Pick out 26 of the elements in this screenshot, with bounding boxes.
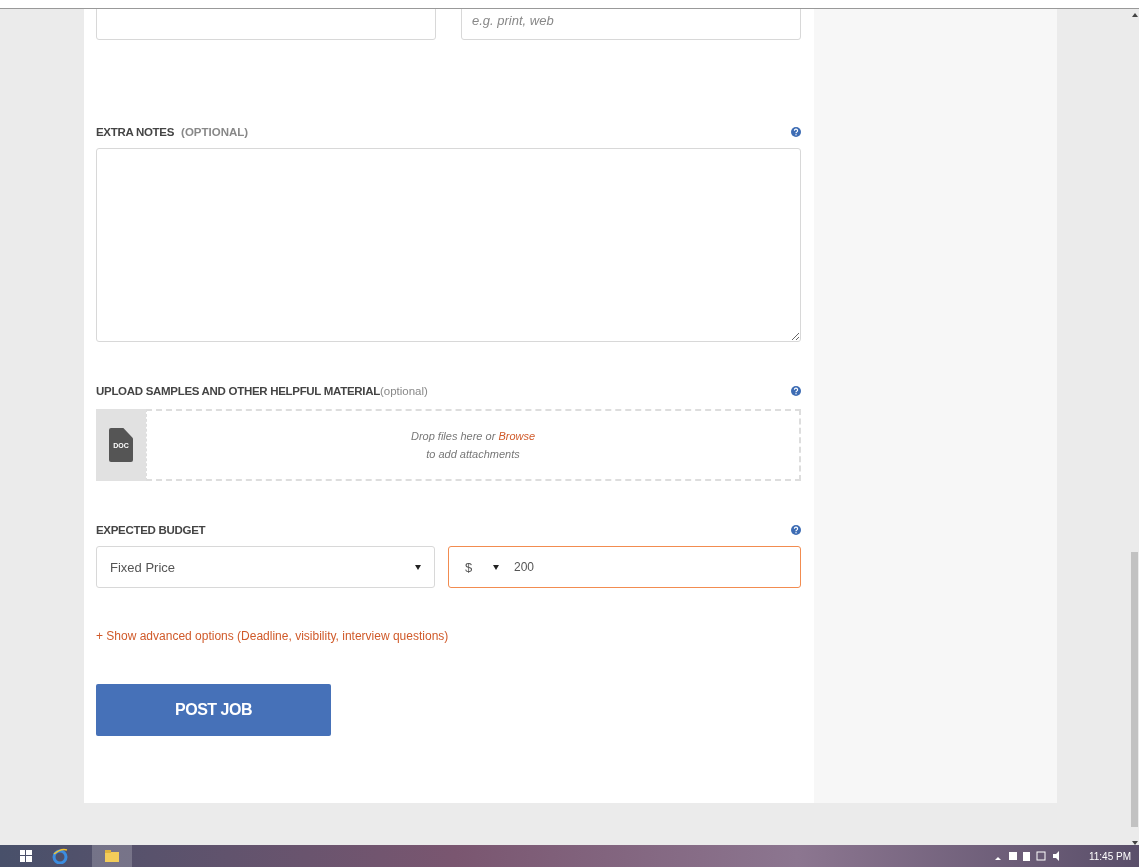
help-icon[interactable] <box>791 127 801 137</box>
windows-start-icon[interactable] <box>20 850 32 862</box>
advanced-options-link[interactable]: + Show advanced options (Deadline, visibility, interview questions) <box>96 629 449 643</box>
caret-icon <box>493 564 499 570</box>
folder-icon[interactable] <box>92 845 132 867</box>
drop-text: Drop files here or <box>410 430 496 442</box>
browser-icon[interactable] <box>52 848 68 864</box>
drop-hint: to add attachments <box>426 448 520 460</box>
field-label: UPLOAD SAMPLES AND OTHER HELPFUL MATERIAL <box>96 385 380 397</box>
help-icon[interactable] <box>791 525 801 535</box>
help-icon[interactable] <box>791 386 801 396</box>
optional-label: (optional) <box>379 385 428 397</box>
scrollbar-thumb[interactable] <box>1131 552 1138 827</box>
field-label: EXPECTED BUDGET <box>96 524 206 536</box>
drop-zone[interactable]: Drop files here or Browse to add attachments <box>146 409 801 481</box>
scroll-up-icon[interactable] <box>1131 13 1138 17</box>
caret-icon <box>415 564 421 570</box>
amount-field[interactable]: $ 200 <box>448 546 801 588</box>
field-label: EXTRA NOTES <box>96 126 175 138</box>
optional-label: (OPTIONAL) <box>181 126 249 138</box>
post-job-button[interactable]: POST JOB <box>96 684 331 736</box>
clock-time: 11:45 PM <box>1088 850 1131 862</box>
budget-type-select[interactable]: Fixed Price <box>96 546 435 588</box>
input-field[interactable] <box>96 9 436 40</box>
input-field[interactable]: e.g. print, web <box>461 9 801 40</box>
browse-link[interactable]: Browse <box>498 430 536 442</box>
